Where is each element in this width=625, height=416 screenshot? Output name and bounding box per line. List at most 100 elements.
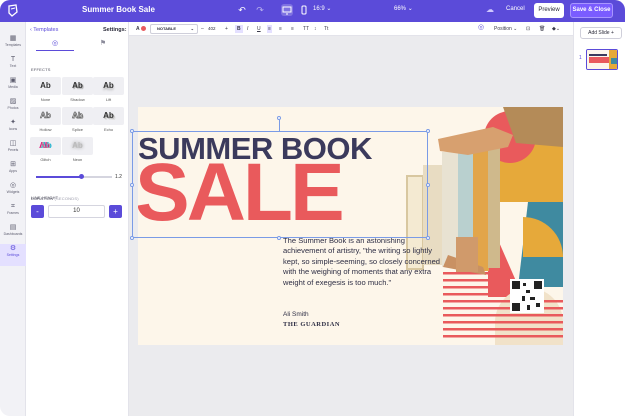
bold-icon[interactable]: B xyxy=(235,25,243,33)
text-color-swatch[interactable] xyxy=(141,26,146,31)
rail-item-apps[interactable]: ⊞ Apps xyxy=(0,160,26,180)
save-and-close-button[interactable]: Save & Close xyxy=(570,3,613,18)
aspect-ratio-select[interactable]: 16:9 ⌄ xyxy=(313,5,331,12)
font-family-select[interactable]: NOTABLE ⌄ xyxy=(150,24,198,34)
duration-input[interactable]: 10 xyxy=(48,205,105,218)
effect-hollow[interactable]: Ab Hollow xyxy=(30,107,61,134)
animation-icon[interactable]: ◎ xyxy=(478,24,484,32)
duration-decrement-button[interactable]: - xyxy=(31,205,44,218)
slides-panel: Add Slide + 1 xyxy=(573,22,625,416)
publication-text[interactable]: THE GUARDIAN xyxy=(283,321,340,328)
duration-label: DURATION (SECONDS) xyxy=(31,196,79,201)
position-select[interactable]: Position ⌄ xyxy=(494,25,517,33)
resize-handle-top-right[interactable] xyxy=(426,129,430,133)
align-right-icon[interactable]: ≡ xyxy=(291,25,294,33)
effect-echo[interactable]: Ab Echo xyxy=(93,107,124,134)
tab-animation[interactable]: ⚑ xyxy=(84,39,122,51)
slide-thumbnail[interactable] xyxy=(586,49,618,70)
desktop-view-icon[interactable] xyxy=(281,4,293,16)
quote-body-text[interactable]: The Summer Book is an astonishing achiev… xyxy=(283,236,443,288)
effects-tab-icon: ◎ xyxy=(51,40,59,47)
undo-icon[interactable]: ↶ xyxy=(236,4,248,16)
rail-item-dashboards[interactable]: ▤ Dashboards xyxy=(0,223,26,243)
chevron-down-icon: ⌄ xyxy=(190,26,194,31)
logo-icon[interactable] xyxy=(6,3,20,18)
preview-button[interactable]: Preview xyxy=(534,3,564,18)
align-center-icon[interactable]: ≡ xyxy=(279,25,282,33)
slide-thumbnail-preview xyxy=(587,50,617,69)
cloud-sync-icon: ☁ xyxy=(486,5,494,14)
resize-handle-left[interactable] xyxy=(130,183,134,187)
mobile-view-icon[interactable] xyxy=(298,4,310,16)
settings-panel: ‹ Templates Settings: ◎ ⚑ EFFECTS Ab None… xyxy=(26,22,129,416)
layers-icon[interactable]: ◆⌄ xyxy=(552,25,560,33)
photos-icon: ▨ xyxy=(9,98,17,105)
settings-icon: ⚙ xyxy=(9,245,17,252)
rail-item-icons[interactable]: ✦ Icons xyxy=(0,118,26,138)
rail-item-pexels[interactable]: ◫ Pexels xyxy=(0,139,26,159)
dashboards-icon: ▤ xyxy=(9,224,17,231)
resize-handle-top-left[interactable] xyxy=(130,129,134,133)
redo-icon[interactable]: ↷ xyxy=(254,4,266,16)
text-color-label[interactable]: A xyxy=(136,25,140,33)
animation-tab-icon: ⚑ xyxy=(99,40,107,47)
line-height-slider-fill xyxy=(36,176,82,178)
resize-handle-bottom[interactable] xyxy=(277,236,281,240)
rail-item-media[interactable]: ▣ Media xyxy=(0,76,26,96)
uppercase-icon[interactable]: TT xyxy=(303,25,309,33)
frames-icon: ⌗ xyxy=(11,203,15,210)
pexels-icon: ◫ xyxy=(9,140,17,147)
rail-item-text[interactable]: T Text xyxy=(0,55,26,75)
slide-number: 1 xyxy=(579,55,582,61)
rotate-handle-stem xyxy=(279,120,280,131)
left-rail: ▦ Templates T Text ▣ Media ▨ Photos ✦ Icons ◫… xyxy=(0,22,26,416)
lock-icon[interactable]: ⊡ xyxy=(526,25,530,33)
rail-item-widgets[interactable]: ◎ Widgets xyxy=(0,181,26,201)
plus-icon: + xyxy=(610,30,614,36)
underline-icon[interactable]: U xyxy=(257,25,261,33)
delete-icon[interactable]: 🗑 xyxy=(539,25,545,33)
cancel-button[interactable]: Cancel xyxy=(506,6,525,12)
effect-splice[interactable]: Ab Splice xyxy=(62,107,93,134)
font-size-decrease-icon[interactable]: – xyxy=(201,25,204,33)
editor-window: Summer Book Sale ↶ ↷ 16:9 ⌄ 66% ⌄ ☁ Canc… xyxy=(0,0,625,416)
media-icon: ▣ xyxy=(9,77,17,84)
line-height-icon[interactable]: ↕ xyxy=(314,25,317,33)
rail-item-templates[interactable]: ▦ Templates xyxy=(0,34,26,54)
align-left-icon[interactable]: ≡ xyxy=(267,25,272,33)
rotate-handle[interactable] xyxy=(277,116,281,120)
effect-lift[interactable]: Ab Lift xyxy=(93,77,124,104)
duration-increment-button[interactable]: + xyxy=(109,205,122,218)
text-icon: T xyxy=(10,56,16,63)
rail-item-photos[interactable]: ▨ Photos xyxy=(0,97,26,117)
rail-item-frames[interactable]: ⌗ Frames xyxy=(0,202,26,222)
effect-neon[interactable]: Ab Neon xyxy=(62,137,93,164)
apps-icon: ⊞ xyxy=(10,161,16,168)
document-title[interactable]: Summer Book Sale xyxy=(82,5,155,14)
tab-effects[interactable]: ◎ xyxy=(36,39,74,51)
widgets-icon: ◎ xyxy=(9,182,17,189)
selection-box xyxy=(132,131,428,238)
effect-glitch[interactable]: Ab Glitch xyxy=(30,137,61,164)
effect-none[interactable]: Ab None xyxy=(30,77,61,104)
italic-icon[interactable]: I xyxy=(247,25,248,33)
qr-code xyxy=(510,279,544,313)
resize-handle-right[interactable] xyxy=(426,183,430,187)
effect-shadow[interactable]: Ab Shadow xyxy=(62,77,93,104)
author-text[interactable]: Ali Smith xyxy=(283,311,309,318)
line-height-value: 1.2 xyxy=(115,174,122,180)
add-slide-button[interactable]: Add Slide + xyxy=(580,27,622,39)
effects-label: EFFECTS xyxy=(31,67,51,72)
icons-icon: ✦ xyxy=(10,119,16,126)
zoom-select[interactable]: 66% ⌄ xyxy=(394,5,413,12)
rail-item-settings[interactable]: ⚙ Settings xyxy=(0,244,26,266)
font-size-increase-icon[interactable]: + xyxy=(225,25,228,33)
chevron-down-icon: ⌄ xyxy=(407,6,413,12)
back-to-templates-link[interactable]: ‹ Templates xyxy=(30,27,58,33)
resize-handle-bottom-right[interactable] xyxy=(426,236,430,240)
resize-handle-bottom-left[interactable] xyxy=(130,236,134,240)
letter-spacing-icon[interactable]: Tt xyxy=(324,25,328,33)
panel-title: Settings: xyxy=(103,27,127,33)
templates-icon: ▦ xyxy=(9,35,17,42)
chevron-down-icon: ⌄ xyxy=(326,6,332,12)
